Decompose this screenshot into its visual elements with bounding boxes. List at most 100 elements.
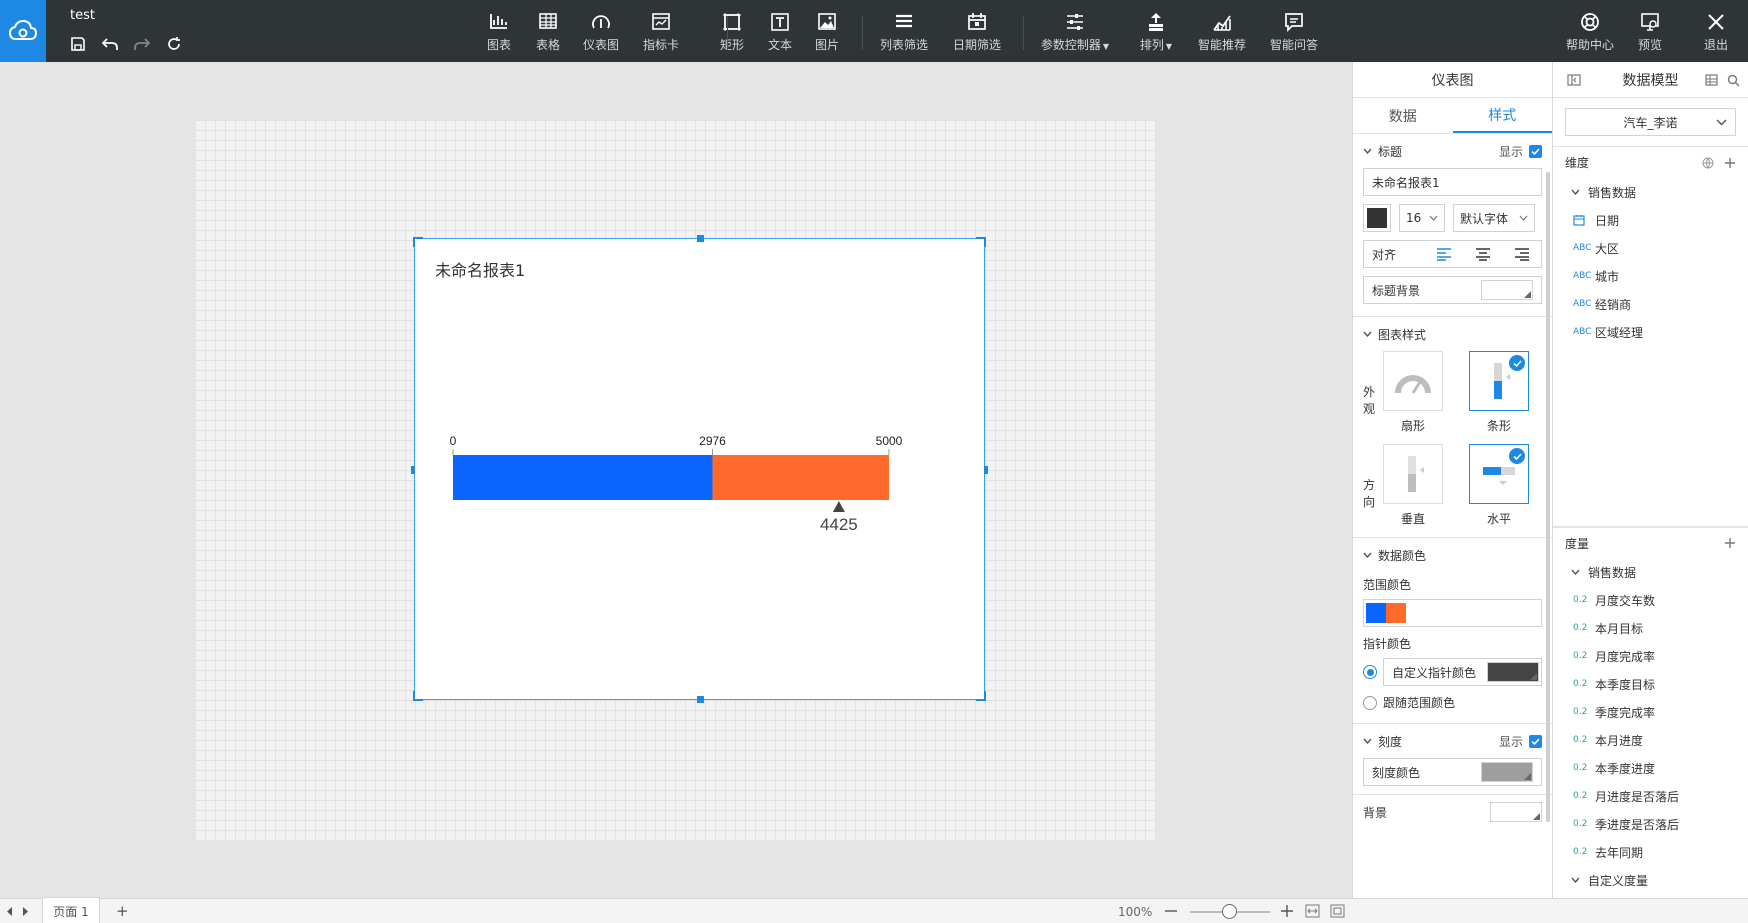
save-icon[interactable] xyxy=(66,32,90,56)
resize-corner[interactable] xyxy=(976,237,986,247)
custom-measure-group[interactable]: 自定义度量 xyxy=(1553,866,1748,894)
measure-field[interactable]: 0.2 本季度目标 xyxy=(1553,670,1748,698)
show-scale-checkbox[interactable] xyxy=(1529,734,1542,748)
add-dimension-icon[interactable] xyxy=(1724,157,1736,169)
resize-handle-left[interactable] xyxy=(411,466,415,474)
fit-page-icon[interactable] xyxy=(1330,904,1345,918)
appearance-fan-option[interactable]: 扇形 xyxy=(1383,351,1444,434)
measure-field[interactable]: 0.2 本季度进度 xyxy=(1553,754,1748,782)
show-label: 显示 xyxy=(1498,734,1523,749)
search-icon[interactable] xyxy=(1727,74,1740,87)
measure-field[interactable]: 0.2 月度完成率 xyxy=(1553,642,1748,670)
measure-field[interactable]: 0.2 月度交车数 xyxy=(1553,586,1748,614)
direction-vertical-option[interactable]: 垂直 xyxy=(1383,444,1444,527)
appearance-bar-option[interactable]: 条形 xyxy=(1469,351,1530,434)
title-input[interactable]: 未命名报表1 xyxy=(1363,168,1542,196)
section-label: 数据颜色 xyxy=(1378,548,1427,563)
toolbar-kpi-card-button[interactable]: 指标卡 xyxy=(626,10,696,53)
toolbar-image-button[interactable]: 图片 xyxy=(792,10,862,53)
tab-style[interactable]: 样式 xyxy=(1452,98,1552,133)
add-measure-icon[interactable] xyxy=(1724,537,1736,549)
toolbar-list-filter-button[interactable]: 列表筛选 xyxy=(869,10,939,53)
show-label: 显示 xyxy=(1498,144,1523,159)
grid-view-icon[interactable] xyxy=(1705,74,1718,86)
collapse-panel-icon[interactable] xyxy=(1567,74,1581,86)
toolbar-preview-button[interactable]: 预览 xyxy=(1615,10,1685,53)
add-page-button[interactable]: + xyxy=(116,902,129,920)
dimension-field[interactable]: ABC 区域经理 xyxy=(1553,318,1748,346)
dataset-select[interactable]: 汽车_李诺 xyxy=(1565,108,1736,136)
selected-check-icon xyxy=(1509,448,1526,464)
scale-color-picker[interactable] xyxy=(1481,762,1533,782)
zoom-slider-thumb[interactable] xyxy=(1222,904,1237,919)
dimension-field[interactable]: ABC 大区 xyxy=(1553,234,1748,262)
resize-corner[interactable] xyxy=(413,691,423,701)
redo-icon[interactable] xyxy=(130,32,154,56)
title-color-picker[interactable] xyxy=(1363,204,1391,232)
resize-handle-bottom[interactable] xyxy=(697,696,704,703)
option-caption: 扇形 xyxy=(1401,419,1426,433)
panel-scrollbar[interactable] xyxy=(1546,172,1550,822)
dimension-field[interactable]: 日期 xyxy=(1553,206,1748,234)
align-center-icon[interactable] xyxy=(1463,247,1502,261)
undo-icon[interactable] xyxy=(98,32,122,56)
field-name: 月度交车数 xyxy=(1595,593,1656,608)
dimension-field[interactable]: ABC 经销商 xyxy=(1553,290,1748,318)
font-family-select[interactable]: 默认字体 xyxy=(1453,204,1535,232)
toolbar-smart-qa-button[interactable]: 智能问答 xyxy=(1259,10,1329,53)
chevron-down-icon[interactable] xyxy=(1363,148,1372,154)
toolbar-param-control-button[interactable]: 参数控制器 ▼ xyxy=(1040,10,1110,53)
chevron-down-icon[interactable] xyxy=(1363,331,1372,337)
measure-field[interactable]: 0.2 季进度是否落后 xyxy=(1553,810,1748,838)
toolbar-exit-button[interactable]: 退出 xyxy=(1681,10,1748,53)
toolbar-date-filter-button[interactable]: 日期筛选 xyxy=(942,10,1012,53)
data-model-panel: 数据模型 汽车_李诺 维度 销售数据 日期 ABC 大区 ABC 城市 ABC 经销商 ABC… xyxy=(1552,62,1748,898)
measure-group[interactable]: 销售数据 xyxy=(1553,558,1748,586)
prev-page-icon[interactable] xyxy=(6,907,13,916)
measure-field[interactable]: 0.2 本月进度 xyxy=(1553,726,1748,754)
align-left-icon[interactable] xyxy=(1424,247,1463,261)
toolbar-label: 列表筛选 xyxy=(879,38,928,52)
resize-corner[interactable] xyxy=(413,237,423,247)
measure-field[interactable]: 0.2 季度完成率 xyxy=(1553,698,1748,726)
resize-handle-right[interactable] xyxy=(984,466,988,474)
direction-horizontal-option[interactable]: 水平 xyxy=(1469,444,1530,527)
font-size-select[interactable]: 16 xyxy=(1399,204,1445,232)
dimension-group[interactable]: 销售数据 xyxy=(1553,178,1748,206)
title-bg-color-picker[interactable] xyxy=(1481,280,1533,300)
toolbar-arrange-button[interactable]: 排列 ▼ xyxy=(1121,10,1191,53)
toolbar-smart-recommend-button[interactable]: 智能推荐 xyxy=(1187,10,1257,53)
next-page-icon[interactable] xyxy=(22,907,29,916)
gauge-widget[interactable]: 未命名报表1 0 2976 5000 4425 xyxy=(411,235,988,703)
zoom-out-icon[interactable] xyxy=(1165,910,1177,912)
background-color-picker[interactable] xyxy=(1490,802,1542,822)
show-title-checkbox[interactable] xyxy=(1529,144,1542,158)
chevron-down-icon[interactable] xyxy=(1363,552,1372,558)
range-color-picker[interactable] xyxy=(1363,599,1542,627)
page-tab[interactable]: 页面 1 xyxy=(42,897,100,923)
text-field-icon: ABC xyxy=(1573,243,1592,253)
measure-field[interactable]: 0.2 去年同期 xyxy=(1553,838,1748,866)
quick-actions xyxy=(66,32,186,56)
dimension-field[interactable]: ABC 城市 xyxy=(1553,262,1748,290)
chevron-down-icon[interactable] xyxy=(1363,738,1372,744)
fit-width-icon[interactable] xyxy=(1305,904,1320,918)
range-color-swatch-2 xyxy=(1386,603,1406,623)
report-canvas[interactable]: 未命名报表1 0 2976 5000 4425 xyxy=(195,120,1155,840)
pointer-color-picker[interactable] xyxy=(1487,662,1539,682)
measure-field[interactable]: 0.2 本月目标 xyxy=(1553,614,1748,642)
field-name: 月进度是否落后 xyxy=(1595,789,1680,804)
zoom-in-icon[interactable] xyxy=(1281,905,1293,917)
tab-data[interactable]: 数据 xyxy=(1353,98,1453,133)
resize-corner[interactable] xyxy=(976,691,986,701)
globe-icon[interactable] xyxy=(1702,157,1714,169)
follow-range-radio[interactable] xyxy=(1363,695,1377,710)
cloud-logo-icon[interactable] xyxy=(0,0,46,62)
align-right-icon[interactable] xyxy=(1502,247,1541,261)
refresh-icon[interactable] xyxy=(162,32,186,56)
measure-field[interactable]: 0.2 月进度是否落后 xyxy=(1553,782,1748,810)
date-field-icon xyxy=(1573,215,1585,226)
custom-pointer-radio[interactable] xyxy=(1363,665,1377,679)
resize-handle-top[interactable] xyxy=(697,235,704,242)
toolbar-label: 图表 xyxy=(486,38,511,52)
